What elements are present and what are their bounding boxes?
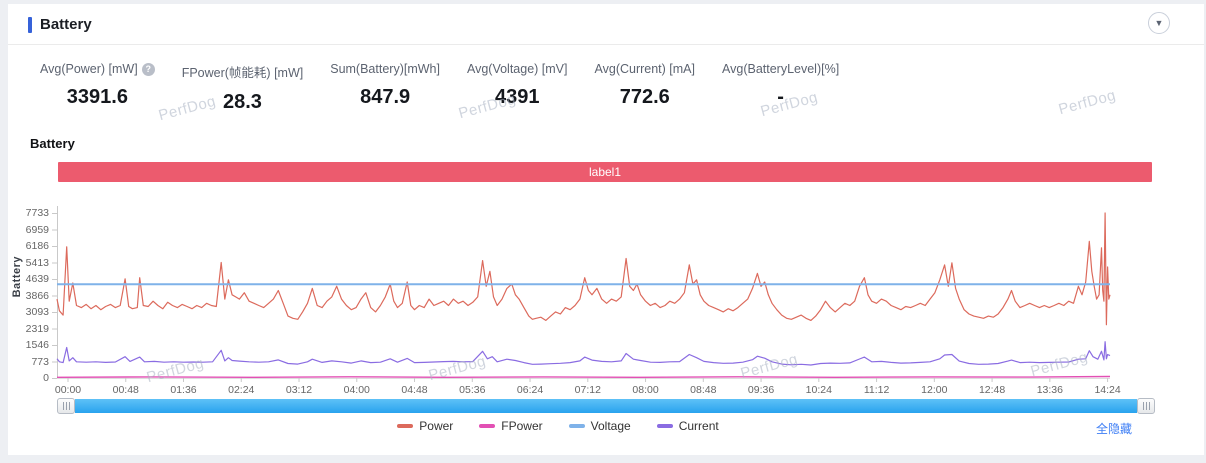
stat-label: FPower(帧能耗) [mW] — [182, 62, 304, 81]
series-line-power — [57, 213, 1110, 325]
x-tick-label: 01:36 — [159, 384, 209, 396]
legend-label: FPower — [501, 419, 542, 433]
y-tick-label: 6186 — [8, 240, 49, 252]
stat-label: Avg(Current) [mA] — [595, 62, 696, 76]
x-tick-label: 05:36 — [447, 384, 497, 396]
stat-label: Sum(Battery)[mWh] — [330, 62, 440, 76]
collapse-button[interactable]: ▼ — [1148, 12, 1170, 34]
stat-avg-power: Avg(Power) [mW] ? 3391.6 — [40, 62, 155, 114]
y-tick-label: 6959 — [8, 224, 49, 236]
header-accent-bar — [28, 17, 32, 33]
grip-icon — [1143, 402, 1150, 410]
x-tick-label: 06:24 — [505, 384, 555, 396]
y-tick-label: 5413 — [8, 257, 49, 269]
legend-item-voltage[interactable]: Voltage — [569, 419, 631, 433]
x-tick-label: 08:48 — [678, 384, 728, 396]
stat-value: - — [722, 86, 839, 109]
stat-avg-voltage: Avg(Voltage) [mV] 4391 — [467, 62, 568, 114]
chart-title: Battery — [30, 136, 75, 151]
x-tick-label: 12:00 — [909, 384, 959, 396]
panel-header: Battery ▼ — [8, 4, 1204, 45]
legend-label: Power — [419, 419, 453, 433]
legend-item-current[interactable]: Current — [657, 419, 719, 433]
stat-value: 3391.6 — [40, 86, 155, 109]
stat-label: Avg(Power) [mW] — [40, 62, 138, 76]
chart-label-banner[interactable]: label1 — [58, 162, 1152, 182]
stat-label: Avg(Voltage) [mV] — [467, 62, 568, 76]
y-tick-label: 0 — [8, 372, 49, 384]
legend-item-fpower[interactable]: FPower — [479, 419, 542, 433]
grip-icon — [63, 402, 70, 410]
chart-legend: Power FPower Voltage Current — [8, 419, 1108, 433]
y-tick-label: 3866 — [8, 290, 49, 302]
x-tick-label: 13:36 — [1025, 384, 1075, 396]
x-tick-label: 10:24 — [794, 384, 844, 396]
stats-row: Avg(Power) [mW] ? 3391.6 FPower(帧能耗) [mW… — [40, 62, 839, 114]
x-tick-label: 03:12 — [274, 384, 324, 396]
x-tick-label: 00:00 — [43, 384, 93, 396]
x-tick-label: 11:12 — [852, 384, 902, 396]
panel-title: Battery — [40, 16, 92, 33]
scrollbar-track[interactable] — [75, 399, 1137, 413]
scrollbar-right-handle[interactable] — [1137, 398, 1155, 414]
x-tick-label: 14:24 — [1083, 384, 1133, 396]
x-tick-label: 12:48 — [967, 384, 1017, 396]
y-tick-label: 4639 — [8, 273, 49, 285]
stat-avg-batterylevel: Avg(BatteryLevel)[%] - — [722, 62, 839, 114]
legend-marker-icon — [657, 424, 673, 428]
legend-label: Current — [679, 419, 719, 433]
series-line-current — [57, 342, 1110, 365]
legend-marker-icon — [397, 424, 413, 428]
x-tick-label: 00:48 — [101, 384, 151, 396]
stat-value: 28.3 — [182, 91, 304, 114]
scrollbar-left-handle[interactable] — [57, 398, 75, 414]
caret-down-icon: ▼ — [1155, 19, 1164, 28]
legend-label: Voltage — [591, 419, 631, 433]
battery-chart[interactable] — [57, 196, 1110, 381]
battery-panel: Battery ▼ Avg(Power) [mW] ? 3391.6 FPowe… — [8, 4, 1204, 455]
legend-marker-icon — [479, 424, 495, 428]
y-tick-label: 2319 — [8, 323, 49, 335]
stat-avg-current: Avg(Current) [mA] 772.6 — [595, 62, 696, 114]
series-line-fpower — [57, 377, 1110, 378]
stat-value: 847.9 — [330, 86, 440, 109]
x-tick-label: 04:00 — [332, 384, 382, 396]
help-icon[interactable]: ? — [142, 63, 155, 76]
y-tick-label: 773 — [8, 356, 49, 368]
banner-label: label1 — [589, 165, 621, 179]
y-tick-label: 1546 — [8, 339, 49, 351]
legend-marker-icon — [569, 424, 585, 428]
watermark: PerfDog — [1057, 87, 1118, 119]
stat-fpower: FPower(帧能耗) [mW] 28.3 — [182, 62, 304, 114]
x-tick-label: 02:24 — [216, 384, 266, 396]
x-tick-label: 07:12 — [563, 384, 613, 396]
y-tick-label: 3093 — [8, 306, 49, 318]
legend-item-power[interactable]: Power — [397, 419, 453, 433]
x-tick-label: 04:48 — [390, 384, 440, 396]
hide-all-link[interactable]: 全隐藏 — [1096, 420, 1132, 437]
x-tick-label: 08:00 — [621, 384, 671, 396]
chart-range-scrollbar[interactable] — [57, 398, 1155, 414]
y-tick-label: 7733 — [8, 207, 49, 219]
stat-value: 4391 — [467, 86, 568, 109]
stat-label: Avg(BatteryLevel)[%] — [722, 62, 839, 76]
stat-sum-battery: Sum(Battery)[mWh] 847.9 — [330, 62, 440, 114]
x-tick-label: 09:36 — [736, 384, 786, 396]
stat-value: 772.6 — [595, 86, 696, 109]
